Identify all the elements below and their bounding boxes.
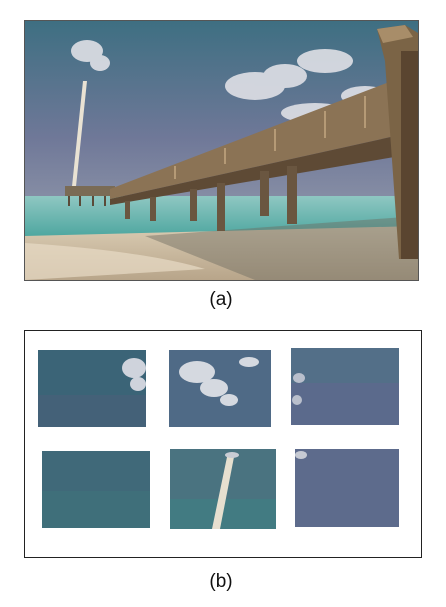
patch-1: [38, 350, 146, 427]
pier-photo: [24, 20, 419, 281]
patch-5: [170, 449, 276, 529]
patch-6: [295, 449, 399, 527]
patches-panel: [24, 330, 422, 558]
patch-3: [291, 348, 399, 425]
caption-a: (a): [209, 289, 233, 310]
pier-illustration: [25, 21, 418, 280]
caption-b: (b): [209, 571, 233, 592]
patch-4: [42, 451, 150, 528]
patch-2: [169, 350, 271, 427]
